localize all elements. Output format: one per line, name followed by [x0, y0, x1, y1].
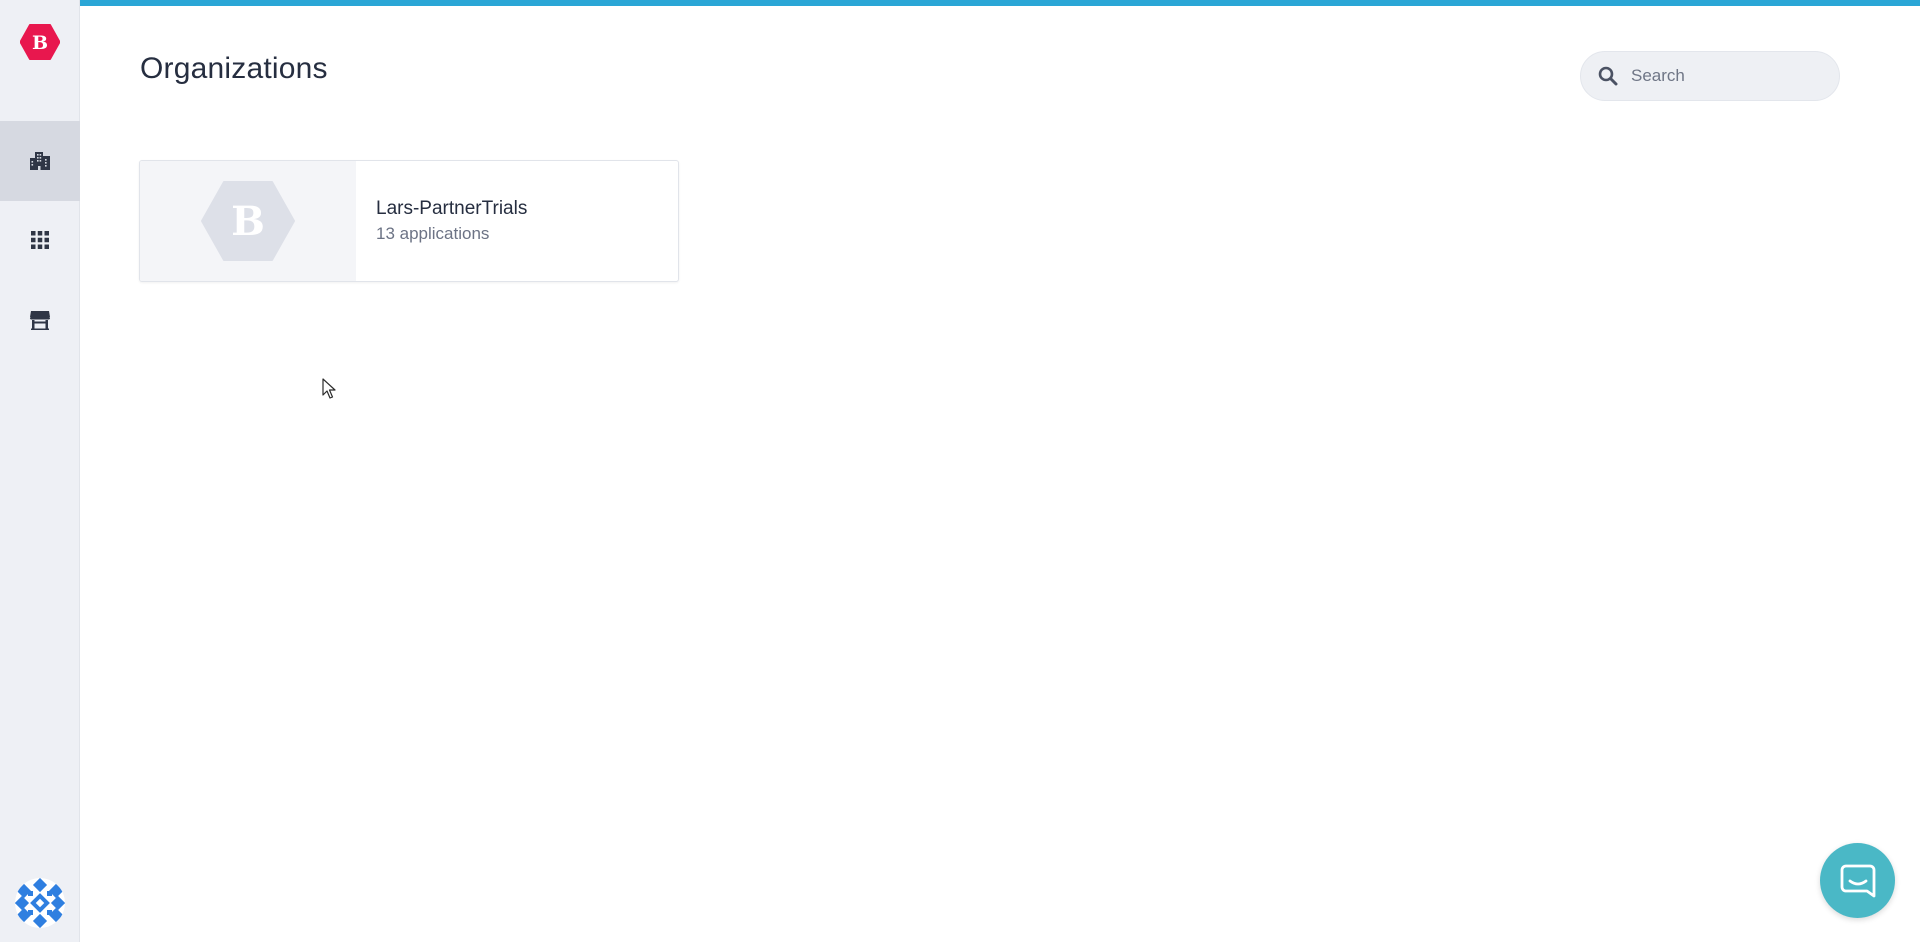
grid-icon [31, 231, 49, 249]
storefront-icon [30, 311, 50, 330]
chat-launcher-button[interactable] [1820, 843, 1895, 918]
user-avatar[interactable] [15, 878, 65, 928]
brand-logo-letter: B [32, 32, 48, 54]
sidebar: B [0, 0, 80, 942]
organization-app-count: 13 applications [376, 224, 490, 243]
search-box[interactable] [1580, 51, 1840, 101]
search-input[interactable] [1629, 65, 1819, 87]
mouse-cursor-icon [322, 378, 336, 399]
avatar-pattern-icon [15, 878, 65, 928]
organization-logo-letter: B [231, 198, 265, 245]
organization-card[interactable]: B Lars-PartnerTrials 13 applications [139, 160, 679, 282]
brand-logo[interactable]: B [19, 24, 61, 60]
page-title: Organizations [140, 52, 328, 85]
search-icon [1597, 65, 1619, 87]
sidebar-item-store[interactable] [0, 280, 80, 360]
organization-logo-icon: B [201, 181, 295, 261]
sidebar-item-applications[interactable] [0, 200, 80, 280]
chat-icon [1840, 864, 1875, 897]
brand-hexagon-icon: B [19, 24, 61, 60]
sidebar-item-organizations[interactable] [0, 121, 80, 201]
organization-info: Lars-PartnerTrials 13 applications [356, 161, 527, 281]
building-icon [30, 152, 50, 170]
loading-progress-bar [80, 0, 1920, 6]
app-root: B Organizations Search B Lars-PartnerTri… [0, 0, 1920, 942]
organization-thumbnail: B [140, 161, 356, 281]
organization-name: Lars-PartnerTrials [376, 198, 528, 219]
